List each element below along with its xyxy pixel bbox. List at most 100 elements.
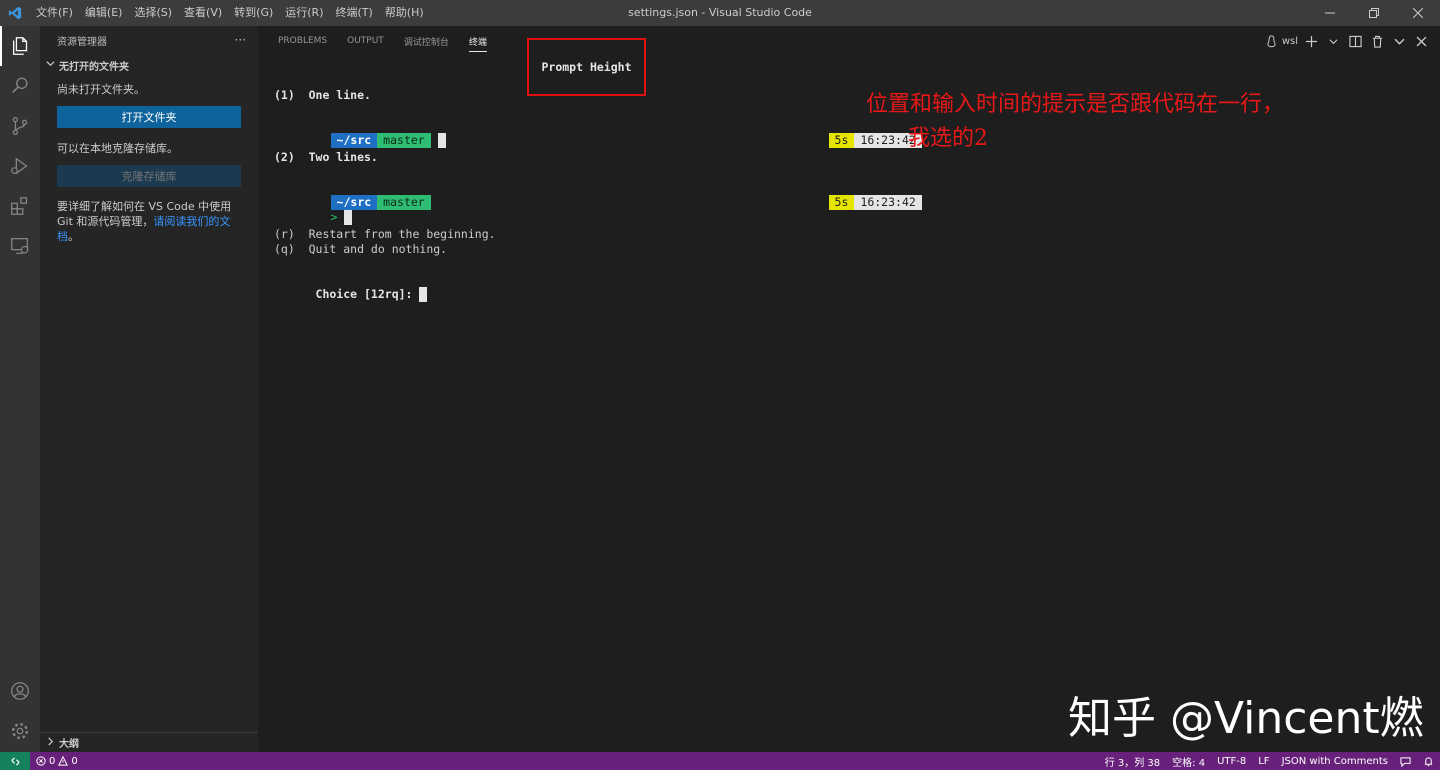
title-bar: 文件(F) 编辑(E) 选择(S) 查看(V) 转到(G) 运行(R) 终端(T… [0, 0, 1440, 26]
end-of-line[interactable]: LF [1252, 756, 1275, 767]
close-button[interactable] [1396, 0, 1440, 26]
activity-bar [0, 26, 40, 752]
option-one-line: (1) One line. [274, 88, 371, 102]
vscode-logo-icon [0, 0, 30, 26]
menu-selection[interactable]: 选择(S) [128, 0, 178, 26]
linux-icon [1267, 34, 1276, 47]
chevron-down-icon [44, 59, 57, 71]
cursor [437, 133, 446, 148]
restore-button[interactable] [1352, 0, 1396, 26]
tab-terminal[interactable]: 终端 [459, 26, 497, 56]
terminal-select[interactable]: wsl [1265, 30, 1298, 52]
accounts-icon[interactable] [0, 671, 40, 711]
learn-more-text: 要详细了解如何在 VS Code 中使用 Git 和源代码管理，请阅读我们的文档… [40, 199, 258, 244]
warning-count: 0 [71, 755, 78, 767]
menu-run[interactable]: 运行(R) [279, 0, 329, 26]
time-segment: 16:23:42 [854, 195, 922, 210]
minimize-button[interactable] [1308, 0, 1352, 26]
option-two-lines: (2) Two lines. [274, 150, 378, 164]
menu-bar: 文件(F) 编辑(E) 选择(S) 查看(V) 转到(G) 运行(R) 终端(T… [30, 0, 430, 26]
option-quit: (q) Quit and do nothing. [274, 242, 448, 256]
remote-icon [10, 756, 20, 766]
tab-debug-console[interactable]: 调试控制台 [394, 26, 459, 56]
new-terminal-button[interactable] [1302, 30, 1320, 52]
maximize-panel-button[interactable] [1390, 30, 1408, 52]
cursor [344, 210, 353, 225]
close-icon [1416, 36, 1426, 46]
cursor-position[interactable]: 行 3，列 38 [1099, 754, 1166, 769]
menu-terminal[interactable]: 终端(T) [330, 0, 379, 26]
restore-icon [1369, 8, 1379, 18]
menu-file[interactable]: 文件(F) [30, 0, 79, 26]
error-icon [36, 756, 46, 766]
sidebar-header: 资源管理器 ··· [40, 26, 258, 54]
explorer-sidebar: 资源管理器 ··· 无打开的文件夹 尚未打开文件夹。 打开文件夹 可以在本地克隆… [40, 26, 258, 752]
explorer-icon[interactable] [0, 26, 40, 66]
more-actions-icon[interactable]: ··· [235, 33, 246, 47]
close-icon [1413, 8, 1423, 18]
search-icon[interactable] [0, 66, 40, 106]
open-folder-button[interactable]: 打开文件夹 [57, 106, 241, 128]
prompt-right-one-line: 5s 16:23:42 [787, 119, 922, 162]
menu-edit[interactable]: 编辑(E) [79, 0, 129, 26]
panel-actions: wsl [1265, 26, 1430, 56]
no-folder-section[interactable]: 无打开的文件夹 [40, 54, 258, 76]
prompt-height-callout: Prompt Height [527, 38, 646, 96]
chevron-down-icon [1329, 38, 1337, 44]
remote-explorer-icon[interactable] [0, 226, 40, 266]
panel-tabs: PROBLEMS OUTPUT 调试控制台 终端 [258, 26, 1440, 56]
problems-status[interactable]: 0 0 [30, 756, 84, 767]
error-count: 0 [49, 755, 56, 767]
feedback-icon [1400, 756, 1411, 767]
outline-section[interactable]: 大纲 [40, 732, 258, 752]
clone-repository-button[interactable]: 克隆存储库 [57, 165, 241, 187]
prompt-char: > [330, 210, 338, 224]
minimize-icon [1325, 12, 1335, 14]
trash-icon [1372, 35, 1382, 48]
annotation-line-2: 我选的2 [908, 126, 988, 151]
chevron-right-icon [44, 736, 57, 749]
menu-go[interactable]: 转到(G) [228, 0, 279, 26]
duration-segment: 5s [828, 133, 855, 148]
language-mode[interactable]: JSON with Comments [1276, 756, 1394, 767]
kill-terminal-button[interactable] [1368, 30, 1386, 52]
remote-indicator[interactable] [0, 752, 30, 770]
prompt-branch-segment: master [377, 133, 431, 148]
outline-title: 大纲 [59, 739, 79, 750]
tab-output[interactable]: OUTPUT [337, 26, 394, 56]
menu-help[interactable]: 帮助(H) [379, 0, 430, 26]
split-terminal-button[interactable] [1346, 30, 1364, 52]
terminal-name: wsl [1281, 35, 1298, 47]
sidebar-title: 资源管理器 [57, 36, 107, 48]
extensions-icon[interactable] [0, 186, 40, 226]
notifications-button[interactable] [1417, 756, 1440, 767]
split-icon [1348, 35, 1362, 47]
cursor [419, 287, 428, 302]
clone-text: 可以在本地克隆存储库。 [57, 142, 178, 155]
gear-icon[interactable] [0, 711, 40, 751]
prompt-dir-segment: ~/src [330, 133, 378, 148]
option-restart: (r) Restart from the beginning. [274, 227, 496, 241]
close-panel-button[interactable] [1412, 30, 1430, 52]
run-debug-icon[interactable] [0, 146, 40, 186]
duration-segment: 5s [828, 195, 855, 210]
learn-more-end: 。 [68, 230, 79, 243]
chevron-up-icon [1394, 38, 1404, 45]
no-folder-text: 尚未打开文件夹。 [57, 83, 145, 96]
zhihu-watermark: 知乎 @Vincent燃 [1068, 693, 1424, 744]
tab-problems[interactable]: PROBLEMS [268, 26, 337, 56]
terminal-panel: PROBLEMS OUTPUT 调试控制台 终端 wsl (1) One lin… [258, 26, 1440, 752]
terminal-dropdown[interactable] [1324, 30, 1342, 52]
feedback-button[interactable] [1394, 756, 1417, 767]
choice-prompt: Choice [12rq]: [274, 273, 428, 316]
indentation[interactable]: 空格: 4 [1166, 754, 1211, 769]
section-title: 无打开的文件夹 [59, 61, 129, 73]
prompt-right-two-lines: 5s 16:23:42 [787, 181, 922, 224]
menu-view[interactable]: 查看(V) [178, 0, 228, 26]
prompt-branch-segment: master [377, 195, 431, 210]
source-control-icon[interactable] [0, 106, 40, 146]
plus-icon [1305, 35, 1317, 47]
encoding[interactable]: UTF-8 [1211, 756, 1252, 767]
prompt-height-heading: Prompt Height [541, 60, 632, 74]
status-bar: 0 0 行 3，列 38 空格: 4 UTF-8 LF JSON with Co… [0, 752, 1440, 770]
